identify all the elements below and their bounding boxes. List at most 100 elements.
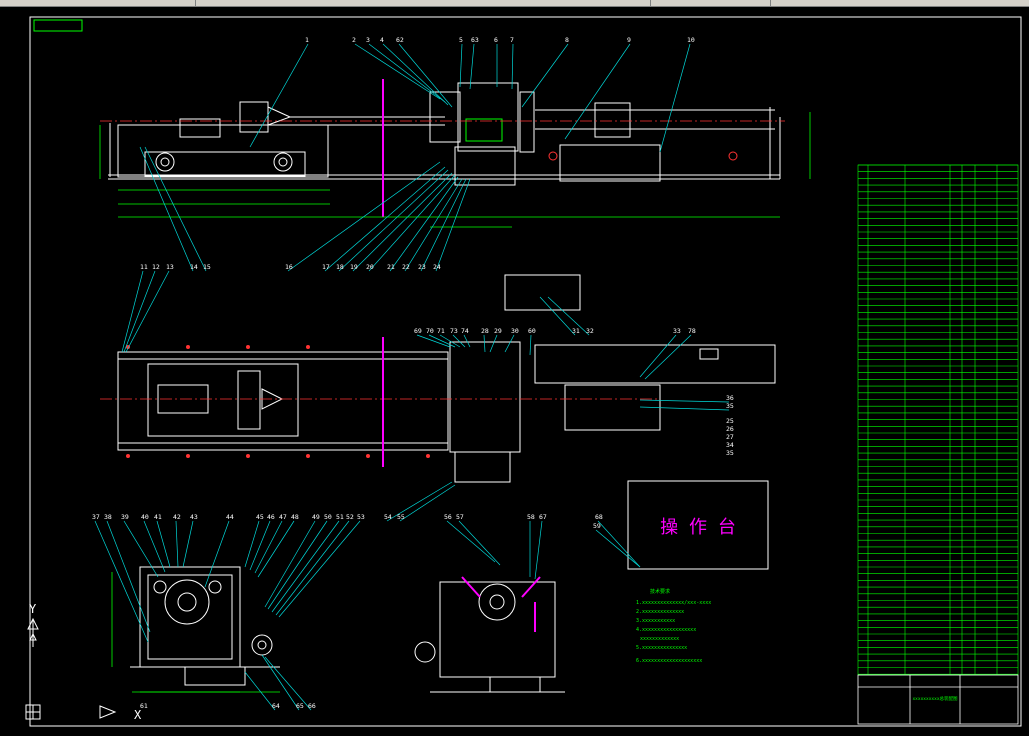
callout-label: 39	[121, 513, 129, 521]
callout-label: 24	[433, 263, 441, 271]
leader-line	[452, 334, 466, 348]
leader-line	[639, 406, 730, 411]
callout-label: 73	[450, 327, 458, 335]
leader-line	[459, 43, 463, 88]
leader-line	[287, 161, 441, 272]
operator-station-label: 操 作 台	[660, 517, 736, 538]
callout-label: 57	[456, 513, 464, 521]
callout-label: 25	[726, 417, 734, 425]
section-view-middle	[414, 581, 565, 693]
window-toolbar-strip	[0, 0, 1029, 7]
callout-label: 38	[104, 513, 112, 521]
leader-line	[489, 334, 498, 353]
leader-line	[354, 43, 441, 100]
callout-label: 18	[336, 263, 344, 271]
leader-line	[504, 334, 515, 353]
callout-label: 56	[444, 513, 452, 521]
callout-label: 78	[688, 327, 696, 335]
leader-line	[352, 172, 453, 272]
leader-line	[271, 520, 340, 613]
callout-label: 44	[226, 513, 234, 521]
leader-line	[368, 174, 456, 272]
leader-line	[469, 43, 475, 90]
svg-text:2.xxxxxxxxxxxxxx: 2.xxxxxxxxxxxxxx	[636, 609, 684, 615]
callout-label: 17	[322, 263, 330, 271]
callout-label: 35	[726, 449, 734, 457]
callout-label: 11	[140, 263, 148, 271]
callout-label: 29	[494, 327, 502, 335]
callout-label: 47	[279, 513, 287, 521]
callout-label: 59	[593, 522, 601, 530]
callout-label: 10	[687, 36, 695, 44]
leader-line	[420, 178, 467, 272]
callout-label: 30	[511, 327, 519, 335]
leader-line	[261, 654, 300, 711]
callout-label: 31	[572, 327, 580, 335]
callout-label: 8	[565, 36, 569, 44]
callout-label: 4	[380, 36, 384, 44]
plan-view	[117, 274, 776, 483]
svg-text:技术要求: 技术要求	[650, 588, 670, 595]
callout-label: 64	[272, 702, 280, 710]
toolbar-segment[interactable]	[650, 0, 771, 6]
callout-label: 26	[726, 425, 734, 433]
svg-text:3.xxxxxxxxxxx: 3.xxxxxxxxxxx	[636, 618, 675, 624]
callout-label: 52	[346, 513, 354, 521]
callout-label: 28	[481, 327, 489, 335]
leader-line	[249, 43, 309, 148]
leader-line	[463, 334, 471, 348]
callout-label: 65	[296, 702, 304, 710]
callout-label: 51	[336, 513, 344, 521]
callout-label: 1	[305, 36, 309, 44]
elevation-view	[108, 82, 781, 186]
callout-label: 70	[426, 327, 434, 335]
callout-label: 35	[726, 402, 734, 410]
leader-line	[539, 296, 576, 336]
leader-line	[534, 520, 543, 580]
callout-label: 63	[471, 36, 479, 44]
callout-label: 27	[726, 433, 734, 441]
leader-line	[521, 43, 569, 108]
leader-line	[639, 334, 677, 378]
leader-line	[398, 43, 453, 108]
callout-label: 37	[92, 513, 100, 521]
leader-line	[278, 520, 361, 618]
leader-line	[106, 520, 151, 633]
leader-line	[324, 166, 446, 272]
leader-line	[143, 520, 166, 573]
callout-label: 48	[291, 513, 299, 521]
callout-label: 21	[387, 263, 395, 271]
leader-line	[435, 178, 471, 272]
section-view-left	[130, 566, 280, 686]
callout-label: 60	[528, 327, 536, 335]
callout-label: 40	[141, 513, 149, 521]
callout-label: 71	[437, 327, 445, 335]
callout-label: 69	[414, 327, 422, 335]
callout-label: 58	[527, 513, 535, 521]
leader-line	[595, 529, 641, 568]
drawing-canvas[interactable]: 操 作 台 技术要求 1.xxxxxxxxxxxxxx/xxx-xxxx 2.x…	[0, 7, 1029, 731]
callout-label: 45	[256, 513, 264, 521]
callout-label: 20	[366, 263, 374, 271]
toolbar-segment[interactable]	[0, 0, 196, 6]
leader-line	[404, 178, 463, 272]
callout-label: 36	[726, 394, 734, 402]
leader-line	[123, 520, 159, 578]
callout-label: 33	[673, 327, 681, 335]
leader-line	[175, 520, 179, 568]
callout-label: 6	[494, 36, 498, 44]
callout-label: 15	[203, 263, 211, 271]
toolbar-segment[interactable]	[195, 0, 651, 6]
corner-marker	[33, 19, 83, 32]
callout-label: 46	[267, 513, 275, 521]
leader-line	[368, 43, 446, 103]
leader-line	[446, 520, 496, 563]
callout-label: 12	[152, 263, 160, 271]
callout-label: 54	[384, 513, 392, 521]
axis-x-label: X	[134, 708, 142, 722]
ucs-icon	[25, 617, 117, 720]
leader-line	[338, 169, 449, 272]
parts-list-table	[857, 164, 1019, 676]
drawing-border	[29, 16, 1022, 727]
callout-label: 2	[352, 36, 356, 44]
